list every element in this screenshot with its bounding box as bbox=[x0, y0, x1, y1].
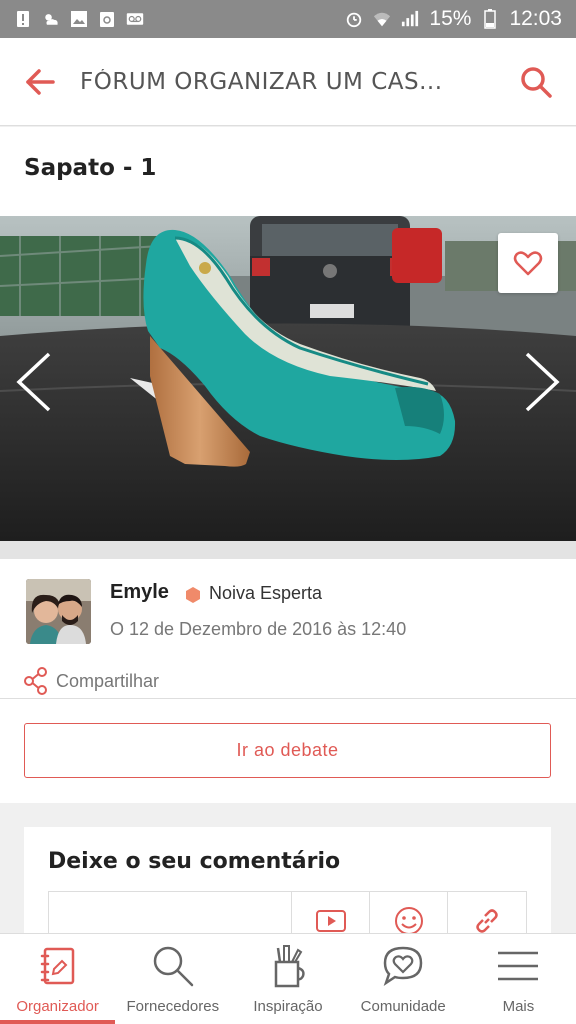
bottom-navigation: Organizador Fornecedores Inspiração Comu… bbox=[0, 933, 576, 1024]
nav-organizador[interactable]: Organizador bbox=[0, 934, 116, 1024]
share-label: Compartilhar bbox=[56, 670, 160, 691]
page-title: FÓRUM ORGANIZAR UM CAS... bbox=[80, 68, 443, 95]
post-title: Sapato - 1 bbox=[24, 155, 157, 181]
app-bar: FÓRUM ORGANIZAR UM CAS... bbox=[0, 38, 576, 126]
link-icon bbox=[476, 909, 498, 933]
nav-label-mais: Mais bbox=[502, 998, 535, 1015]
post-content: Sapato - 1 Emyle Noiva Esperta O 12 de D… bbox=[0, 127, 576, 933]
chevron-right-icon bbox=[525, 352, 560, 412]
author-block: Emyle Noiva Esperta O 12 de Dezembro de … bbox=[0, 559, 576, 699]
add-video-button[interactable] bbox=[292, 892, 370, 933]
go-to-debate-button[interactable]: Ir ao debate bbox=[24, 723, 551, 778]
add-link-button[interactable] bbox=[448, 892, 526, 933]
back-button[interactable] bbox=[0, 38, 80, 126]
avatar[interactable] bbox=[26, 579, 91, 644]
image-icon bbox=[70, 10, 88, 28]
active-indicator bbox=[0, 1020, 116, 1024]
author-badge: Noiva Esperta bbox=[209, 583, 323, 603]
alarm-icon bbox=[345, 10, 363, 28]
divider bbox=[0, 698, 576, 699]
comment-title: Deixe o seu comentário bbox=[48, 849, 341, 874]
avatar-photo bbox=[26, 579, 91, 644]
notebook-icon bbox=[40, 944, 76, 988]
comment-toolbar bbox=[48, 891, 527, 933]
status-bar: 15% 12:03 bbox=[0, 0, 576, 38]
weather-icon bbox=[42, 10, 60, 28]
signal-icon bbox=[401, 10, 419, 28]
search-icon bbox=[151, 944, 195, 988]
wifi-icon bbox=[373, 10, 391, 28]
previous-image-button[interactable] bbox=[14, 351, 54, 418]
nav-mais[interactable]: Mais bbox=[461, 934, 576, 1024]
share-icon bbox=[24, 667, 47, 695]
voicemail-icon bbox=[126, 10, 144, 28]
alert-icon bbox=[14, 10, 32, 28]
section-divider bbox=[0, 541, 576, 559]
menu-icon bbox=[497, 944, 539, 988]
recycle-icon bbox=[98, 10, 116, 28]
chevron-left-icon bbox=[16, 352, 51, 412]
battery-percent: 15% bbox=[429, 7, 472, 30]
heart-chat-icon bbox=[381, 944, 425, 988]
comment-section: Deixe o seu comentário bbox=[0, 803, 576, 933]
search-button[interactable] bbox=[496, 38, 576, 126]
post-date: O 12 de Dezembro de 2016 às 12:40 bbox=[110, 619, 407, 639]
next-image-button[interactable] bbox=[522, 351, 562, 418]
nav-label-comunidade: Comunidade bbox=[360, 998, 446, 1015]
nav-fornecedores[interactable]: Fornecedores bbox=[115, 934, 230, 1024]
comment-card: Deixe o seu comentário bbox=[24, 827, 551, 933]
author-name[interactable]: Emyle bbox=[110, 581, 169, 604]
search-icon bbox=[521, 66, 552, 98]
nav-comunidade[interactable]: Comunidade bbox=[346, 934, 461, 1024]
battery-icon bbox=[481, 9, 499, 29]
badge-icon bbox=[185, 587, 201, 608]
clock: 12:03 bbox=[509, 7, 562, 30]
nav-label-fornecedores: Fornecedores bbox=[126, 998, 220, 1015]
heart-icon bbox=[513, 251, 543, 276]
add-emoji-button[interactable] bbox=[370, 892, 448, 933]
video-icon bbox=[315, 910, 346, 932]
nav-inspiracao[interactable]: Inspiração bbox=[230, 934, 345, 1024]
comment-input[interactable] bbox=[49, 892, 292, 933]
favorite-button[interactable] bbox=[498, 233, 558, 293]
notification-icons bbox=[14, 10, 144, 28]
post-photo[interactable] bbox=[0, 216, 576, 541]
nav-label-organizador: Organizador bbox=[16, 998, 99, 1015]
back-arrow-icon bbox=[26, 68, 55, 95]
pencil-cup-icon bbox=[270, 944, 306, 988]
shoe-photo bbox=[0, 216, 576, 541]
nav-label-inspiracao: Inspiração bbox=[253, 998, 323, 1015]
smiley-icon bbox=[394, 907, 423, 933]
share-button[interactable]: Compartilhar bbox=[24, 667, 159, 695]
system-status: 15% 12:03 bbox=[345, 7, 562, 31]
